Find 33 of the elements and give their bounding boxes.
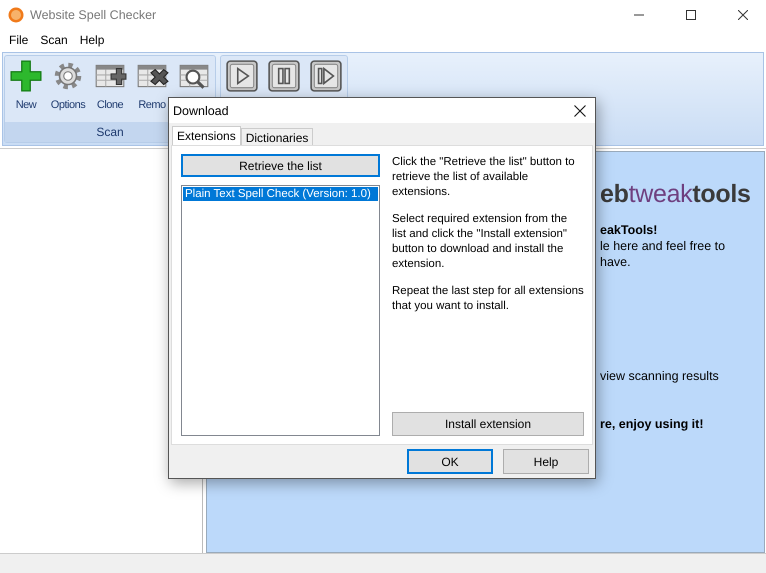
list-item[interactable]: Plain Text Spell Check (Version: 1.0): [183, 187, 378, 201]
pause-icon: [267, 59, 301, 93]
logo-text: ebtweaktools: [600, 180, 752, 209]
window-title: Website Spell Checker: [30, 8, 158, 22]
menu-item[interactable]: File: [3, 33, 34, 47]
app-logo-icon: [8, 7, 24, 23]
tab[interactable]: Dictionaries: [240, 128, 314, 145]
welcome-text: le here and feel free to: [600, 239, 726, 253]
dialog-button[interactable]: Help: [503, 449, 589, 474]
welcome-text: view scanning results: [600, 369, 720, 383]
toolbar-button[interactable]: New: [5, 59, 47, 122]
maximize-icon: [686, 10, 696, 20]
retrieve-list-button[interactable]: Retrieve the list: [181, 154, 380, 177]
plus-icon: [9, 59, 43, 93]
install-extension-button[interactable]: Install extension: [392, 412, 584, 436]
close-icon: [738, 10, 748, 20]
toolbar-button[interactable]: Clone: [89, 59, 131, 122]
menu-item[interactable]: Scan: [34, 33, 74, 47]
group-label: Scan: [96, 125, 124, 139]
instruction-text: Click the "Retrieve the list" button to retrieve the list of available extensions.: [392, 155, 576, 200]
instruction-text: Repeat the last step for all extensions that you want to install.: [392, 284, 584, 314]
tab[interactable]: Extensions: [172, 126, 241, 145]
welcome-text: re, enjoy using it!: [600, 417, 704, 431]
welcome-text: eakTools!: [600, 223, 658, 237]
dialog-title: Download: [173, 104, 230, 118]
welcome-text: have.: [600, 255, 632, 269]
instruction-text: Select required extension from the list and click the "Install extension" button to download and install the extension.: [392, 212, 568, 272]
menu-item[interactable]: Help: [74, 33, 110, 47]
toolbar-button[interactable]: Options: [47, 59, 89, 122]
step-forward-icon: [309, 59, 343, 93]
dialog-button[interactable]: OK: [407, 449, 493, 474]
close-icon: [574, 104, 586, 116]
play-icon: [225, 59, 259, 93]
